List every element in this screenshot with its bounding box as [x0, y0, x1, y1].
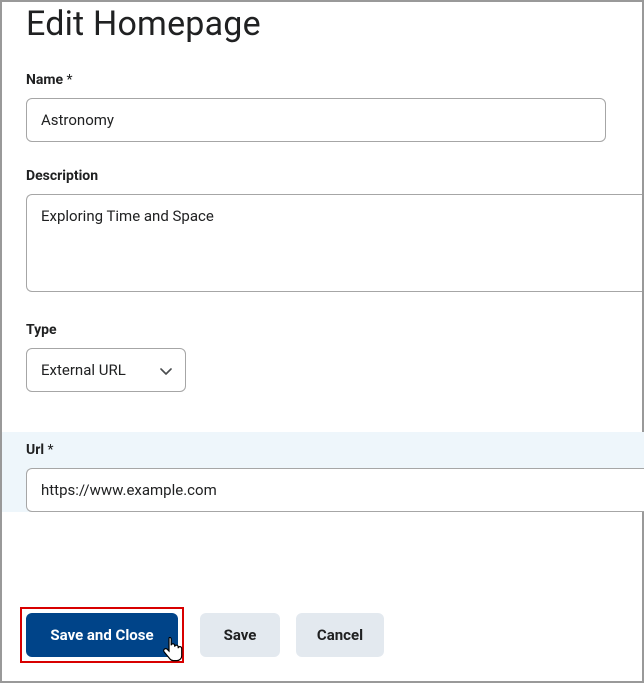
- name-required-asterisk: *: [67, 72, 73, 88]
- cancel-button[interactable]: Cancel: [296, 613, 384, 657]
- type-label: Type: [26, 322, 618, 338]
- name-input[interactable]: [26, 98, 606, 142]
- name-field-group: Name *: [26, 72, 618, 142]
- type-select[interactable]: External URL: [26, 348, 186, 392]
- type-field-group: Type External URL: [26, 322, 618, 392]
- url-section: Url *: [2, 432, 644, 512]
- url-label-text: Url: [26, 442, 44, 458]
- button-row: Save and Close Save Cancel: [20, 607, 384, 663]
- save-button[interactable]: Save: [200, 613, 280, 657]
- description-input[interactable]: Exploring Time and Space: [26, 194, 642, 292]
- page-title: Edit Homepage: [26, 4, 618, 44]
- url-label: Url *: [26, 442, 620, 458]
- save-and-close-button[interactable]: Save and Close: [26, 613, 178, 657]
- name-label: Name *: [26, 72, 618, 88]
- url-input[interactable]: [26, 468, 644, 512]
- highlight-box: Save and Close: [20, 607, 184, 663]
- url-required-asterisk: *: [48, 442, 54, 458]
- description-label: Description: [26, 168, 618, 184]
- name-label-text: Name: [26, 72, 63, 88]
- description-field-group: Description Exploring Time and Space: [26, 168, 618, 296]
